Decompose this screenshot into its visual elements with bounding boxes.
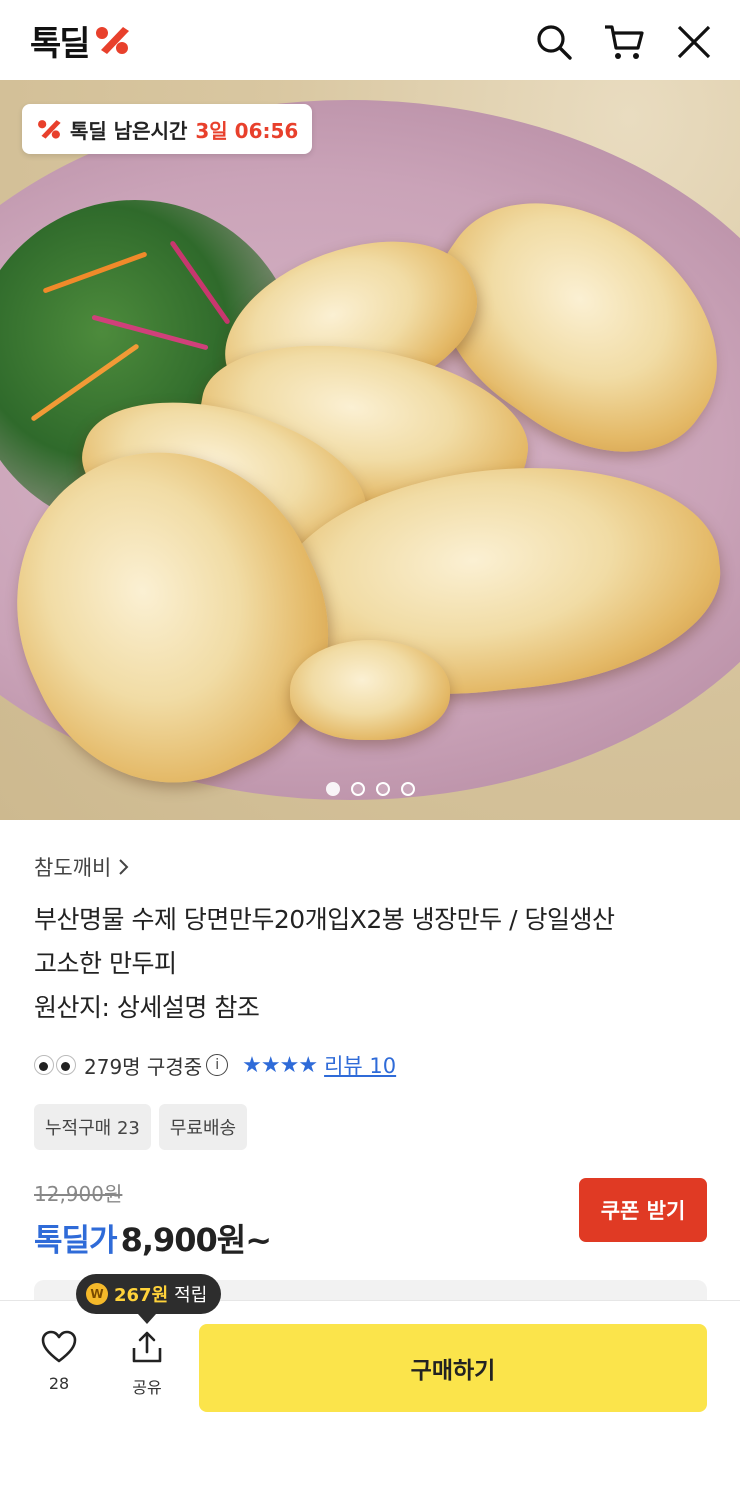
search-icon[interactable] <box>532 20 576 64</box>
buy-button[interactable]: 구매하기 <box>199 1324 707 1412</box>
carousel-indicator <box>0 782 740 796</box>
like-button[interactable]: 28 <box>29 1330 89 1393</box>
top-header: 톡딜 <box>0 0 740 80</box>
tag-purchase-count: 누적구매 23 <box>34 1104 151 1150</box>
points-suffix: 적립 <box>174 1285 208 1306</box>
logo-text: 톡딜 <box>30 23 91 64</box>
points-amount: 267원 <box>114 1285 169 1306</box>
eyes-icon <box>34 1055 76 1075</box>
title-line: 부산명물 수제 당면만두20개입X2봉 냉장만두 / 당일생산 <box>34 905 615 934</box>
carousel-dot[interactable] <box>350 782 365 796</box>
price-section: 12,900원 톡딜가 8,900원~ 쿠폰 받기 <box>34 1178 714 1268</box>
info-icon[interactable]: i <box>206 1054 229 1076</box>
star-icon: ★ <box>242 1052 262 1078</box>
timer-value: 3일 06:56 <box>195 118 299 143</box>
points-tooltip: W 267원 적립 <box>76 1274 222 1324</box>
product-tags: 누적구매 23 무료배송 <box>34 1104 714 1150</box>
product-image-carousel[interactable]: 톡딜 남은시간 3일 06:56 <box>0 80 740 820</box>
share-button[interactable]: 공유 <box>117 1330 177 1398</box>
coupon-button[interactable]: 쿠폰 받기 <box>579 1178 707 1242</box>
carousel-dot[interactable] <box>400 782 415 796</box>
rating-stars: ★ ★ ★ ★ <box>242 1052 318 1078</box>
star-icon: ★ <box>298 1052 318 1078</box>
star-icon: ★ <box>279 1052 300 1078</box>
coin-icon: W <box>86 1283 108 1305</box>
carousel-dot[interactable] <box>375 782 390 796</box>
tag-free-shipping: 무료배송 <box>158 1104 248 1150</box>
sale-price-label: 톡딜가 <box>34 1223 118 1259</box>
share-icon <box>132 1331 162 1363</box>
like-count: 28 <box>48 1374 70 1393</box>
timer-label: 톡딜 남은시간 <box>70 118 188 143</box>
store-name: 참도깨비 <box>34 856 112 880</box>
chevron-right-icon <box>119 859 129 875</box>
share-label: 공유 <box>132 1378 162 1397</box>
star-icon: ★ <box>260 1052 281 1078</box>
viewer-count: 279명 구경중 <box>84 1054 203 1079</box>
deal-timer-badge: 톡딜 남은시간 3일 06:56 <box>22 104 313 154</box>
carousel-dot[interactable] <box>325 782 340 796</box>
percent-icon <box>38 120 61 139</box>
cart-icon[interactable] <box>602 20 646 64</box>
title-line: 고소한 만두피 <box>34 949 177 978</box>
talkdeal-logo[interactable]: 톡딜 <box>30 16 131 65</box>
product-title: 부산명물 수제 당면만두20개입X2봉 냉장만두 / 당일생산 고소한 만두피 … <box>34 898 714 1030</box>
title-line: 원산지: 상세설명 참조 <box>34 993 260 1022</box>
dumpling-image <box>290 640 450 740</box>
heart-icon <box>41 1330 77 1363</box>
close-icon[interactable] <box>672 20 716 64</box>
store-link[interactable]: 참도깨비 <box>34 852 714 882</box>
percent-logo-icon <box>95 27 129 54</box>
product-meta-row: 279명 구경중 i ★ ★ ★ ★ 리뷰 10 <box>34 1050 714 1080</box>
review-link[interactable]: 리뷰 10 <box>324 1050 396 1080</box>
sale-price: 8,900원~ <box>120 1221 272 1259</box>
product-info: 참도깨비 부산명물 수제 당면만두20개입X2봉 냉장만두 / 당일생산 고소한… <box>34 852 714 1268</box>
